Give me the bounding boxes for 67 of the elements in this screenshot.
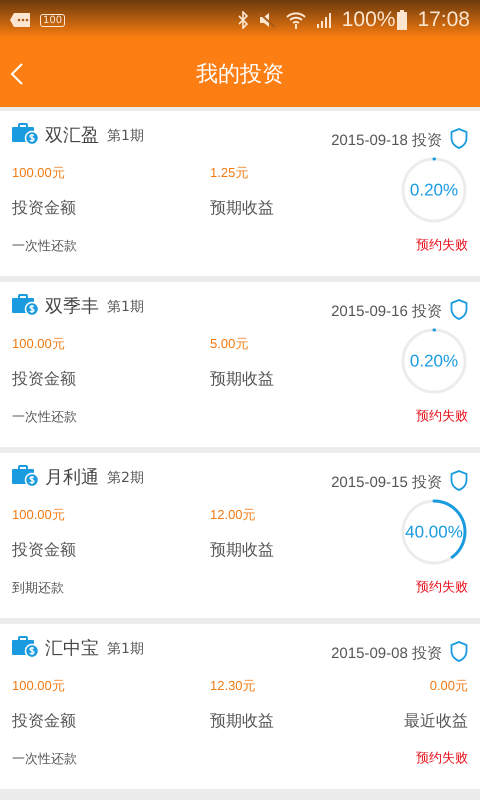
expected-earnings: 1.25元 [210,164,250,182]
product-period: 第1期 [107,298,144,316]
expected-earnings: 12.30元 [210,677,257,695]
wifi-icon [286,11,306,29]
bluetooth-icon [238,11,248,29]
expected-label: 预期收益 [210,368,275,390]
product-period: 第2期 [107,469,144,487]
investment-card[interactable]: 汇中宝 第1期 2015-09-08 投资 100.00元 12.30元 0.00元 投资金额 预期收益 最近收益 一次性还款 预约失败 [0,624,480,789]
progress-percent: 40.00% [405,524,463,540]
clock-time: 17:08 [417,8,470,32]
battery-icon [397,10,408,30]
repayment-method: 一次性还款 [12,409,78,426]
amount-label: 投资金额 [12,198,77,218]
order-status: 预约失败 [416,237,468,254]
invested-amount: 100.00元 [12,677,66,695]
amount-label: 投资金额 [12,540,77,560]
progress-ring [400,327,468,395]
expected-label: 预期收益 [210,540,275,560]
repayment-method: 到期还款 [12,580,65,597]
battery-percent: 100% [342,8,396,32]
shield-icon [450,128,468,149]
notification-badge: 100 [40,14,66,26]
recent-earnings: 0.00元 [430,677,468,695]
order-status: 预约失败 [416,750,468,767]
product-name: 月利通 [45,466,99,489]
product-period: 第1期 [107,640,144,658]
page-title: 我的投资 [196,60,284,88]
progress-percent: 0.20% [410,352,458,370]
repayment-method: 一次性还款 [12,751,78,768]
mute-icon [258,12,276,28]
investment-date: 2015-09-15 投资 [331,473,442,492]
product-period: 第1期 [107,127,144,145]
order-status: 预约失败 [416,408,468,425]
progress-percent: 0.20% [410,182,458,198]
investment-date: 2015-09-18 投资 [331,131,442,150]
amount-label: 投资金额 [12,368,77,390]
product-name: 汇中宝 [45,637,99,660]
shield-icon [450,470,468,491]
investment-card[interactable]: 双汇盈 第1期 2015-09-18 投资 100.00元 1.25元 0.20% 投资金额 预期收益 一次性还款 预约失败 [0,111,480,276]
invested-amount: 100.00元 [12,506,66,524]
amount-label: 投资金额 [12,710,77,732]
order-status: 预约失败 [416,579,468,596]
expected-label: 预期收益 [210,710,275,732]
invested-amount: 100.00元 [12,335,66,353]
invested-amount: 100.00元 [12,164,66,182]
investment-card[interactable]: 月利通 第2期 2015-09-15 投资 100.00元 12.00元 40.00% 投资金额 预期收益 到期还款 预约失败 [0,453,480,618]
progress-ring [400,498,468,566]
investment-date: 2015-09-16 投资 [331,302,442,321]
shield-icon [450,641,468,662]
shield-icon [450,299,468,320]
back-icon[interactable] [10,62,24,86]
product-name: 双汇盈 [45,124,99,147]
product-name: 双季丰 [45,295,99,318]
signal-icon [316,12,332,28]
progress-ring [400,156,468,224]
investment-date: 2015-09-08 投资 [331,644,442,663]
recent-label: 最近收益 [404,710,468,732]
message-icon [10,13,30,27]
repayment-method: 一次性还款 [12,238,78,255]
expected-label: 预期收益 [210,198,275,218]
expected-earnings: 5.00元 [210,335,250,353]
moneybag-icon [12,294,39,316]
moneybag-icon [12,465,39,487]
investment-card[interactable]: 双季丰 第1期 2015-09-16 投资 100.00元 5.00元 0.20% 投资金额 预期收益 一次性还款 预约失败 [0,282,480,447]
moneybag-icon [12,123,39,145]
expected-earnings: 12.00元 [210,506,257,524]
moneybag-icon [12,636,39,658]
